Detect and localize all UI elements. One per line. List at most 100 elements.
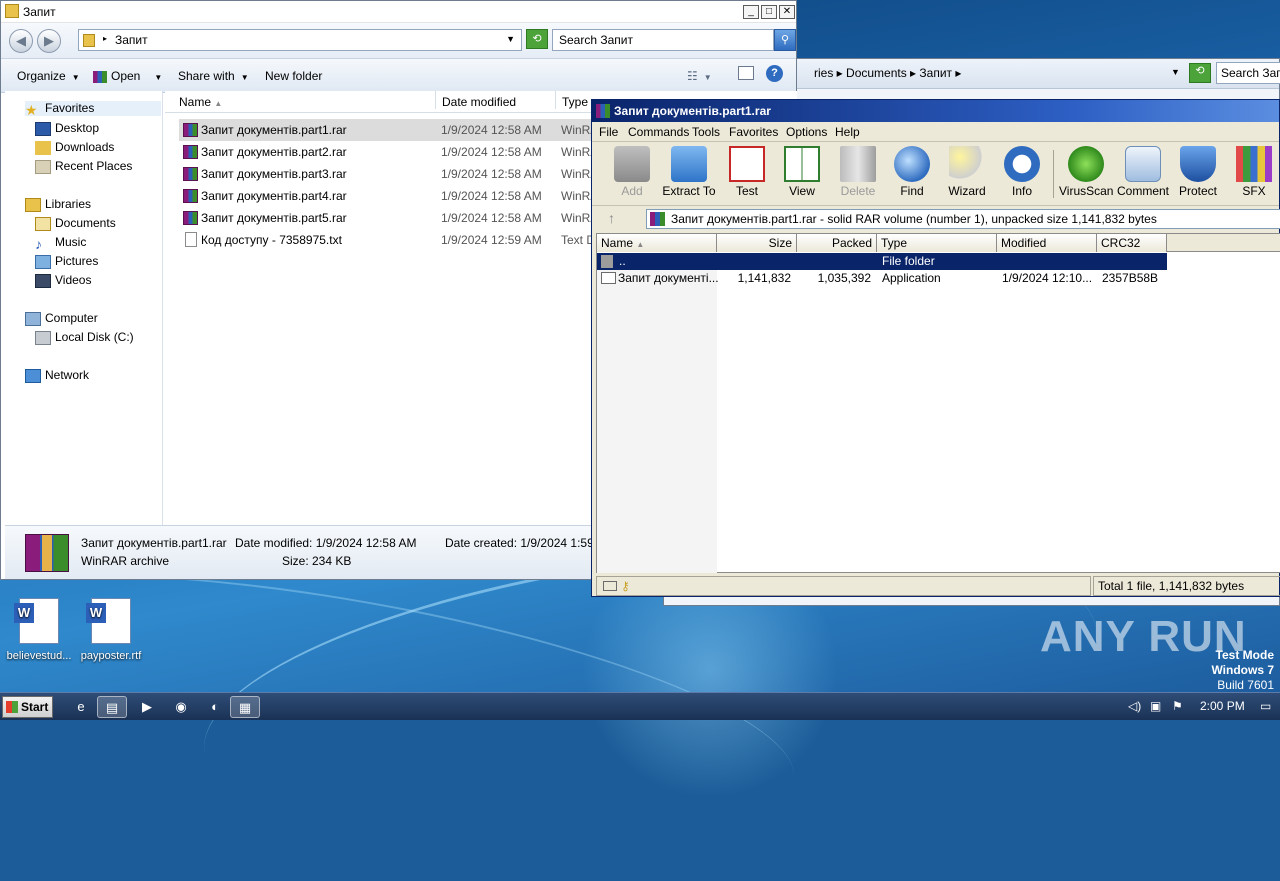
breadcrumb[interactable]: ries ▸ Documents ▸ Запит ▸ (814, 66, 961, 80)
close-button[interactable]: ✕ (779, 5, 795, 19)
menu-help[interactable]: Help (835, 125, 860, 139)
archive-row-parent[interactable]: .. File folder (597, 253, 1167, 270)
chevron-down-icon[interactable]: ▼ (1171, 67, 1180, 77)
minimize-button[interactable]: _ (743, 5, 759, 19)
start-button[interactable]: Start (2, 696, 53, 718)
tool-label: Protect (1178, 184, 1217, 198)
folder-icon (83, 34, 95, 47)
chevron-right-icon[interactable]: ▸ (103, 34, 107, 43)
add-button[interactable]: Add (605, 146, 659, 198)
chrome-icon[interactable]: ◉ (166, 696, 196, 718)
desktop-icon-payposter[interactable]: payposter.rtf (66, 598, 156, 662)
preview-pane-icon[interactable] (738, 66, 754, 80)
file-explorer-icon[interactable]: ▤ (97, 696, 127, 718)
path-field[interactable]: Запит документів.part1.rar - solid RAR v… (646, 209, 1280, 229)
find-icon (894, 146, 930, 182)
path-text: Запит документів.part1.rar - solid RAR v… (671, 212, 1157, 226)
new-folder-button[interactable]: New folder (265, 69, 322, 83)
column-size[interactable]: Size (717, 234, 797, 252)
forward-button[interactable]: ▶ (37, 29, 61, 53)
protect-icon (1180, 146, 1216, 182)
nav-desktop[interactable]: Desktop (35, 121, 99, 136)
back-button[interactable]: ◀ (9, 29, 33, 53)
title-bar[interactable]: Запит _ □ ✕ (1, 1, 796, 23)
archive-row[interactable]: Запит документі... 1,141,832 1,035,392 A… (597, 270, 1167, 287)
nav-videos[interactable]: Videos (35, 273, 91, 288)
view-button[interactable]: View (775, 146, 829, 198)
speaker-icon[interactable]: ◁) (1128, 699, 1141, 713)
nav-computer[interactable]: Computer (25, 311, 98, 326)
title-bar[interactable]: Запит документів.part1.rar (592, 100, 1279, 122)
nav-pictures[interactable]: Pictures (35, 254, 98, 269)
row-name: .. (619, 254, 626, 268)
menu-bar: File Commands Tools Favorites Options He… (592, 122, 1279, 142)
help-icon[interactable]: ? (766, 65, 783, 82)
comment-button[interactable]: Comment (1116, 146, 1170, 198)
find-button[interactable]: Find (885, 146, 939, 198)
menu-commands[interactable]: Commands (628, 125, 689, 139)
extract-to-button[interactable]: Extract To (662, 146, 716, 198)
organize-button[interactable]: Organize ▼ (17, 69, 80, 83)
sfx-button[interactable]: SFX (1227, 146, 1280, 198)
column-label: CRC32 (1101, 236, 1141, 250)
clock[interactable]: 2:00 PM (1200, 699, 1245, 713)
virusscan-button[interactable]: VirusScan (1059, 146, 1113, 198)
nav-music[interactable]: ♪ Music (35, 235, 86, 252)
file-name: Запит документів.part2.rar (201, 145, 347, 159)
maximize-button[interactable]: □ (761, 5, 777, 19)
column-type[interactable]: Type (877, 234, 997, 252)
chevron-down-icon[interactable]: ▼ (506, 34, 515, 44)
column-label: Type (881, 236, 908, 250)
network-tray-icon[interactable]: ▣ (1150, 699, 1161, 713)
word-document-icon (14, 598, 59, 644)
column-name[interactable]: Name ▲ (597, 234, 717, 252)
winrar-icon (650, 212, 665, 226)
pictures-icon (35, 254, 51, 269)
share-with-button[interactable]: Share with ▼ (178, 69, 249, 83)
address-input[interactable]: ▸ Запит ▼ (78, 29, 522, 51)
open-button[interactable]: Open ▼ (93, 69, 162, 83)
refresh-button[interactable]: ⟲ (1189, 63, 1211, 83)
column-crc32[interactable]: CRC32 (1097, 234, 1167, 252)
nav-documents[interactable]: Documents (35, 216, 116, 231)
show-desktop-icon[interactable]: ▭ (1260, 699, 1271, 713)
winrar-archive-icon (183, 123, 198, 137)
refresh-button[interactable]: ⟲ (526, 29, 548, 49)
menu-tools[interactable]: Tools (692, 125, 720, 139)
wizard-button[interactable]: Wizard (940, 146, 994, 198)
internet-explorer-icon[interactable]: e (66, 696, 96, 718)
media-player-icon[interactable]: ▶ (132, 696, 162, 718)
menu-options[interactable]: Options (786, 125, 827, 139)
nav-recent-places[interactable]: Recent Places (35, 159, 132, 174)
view-options-icon[interactable]: ☷ ▼ (687, 69, 712, 83)
nav-favorites[interactable]: ★ Favorites (25, 101, 161, 118)
nav-libraries[interactable]: Libraries (25, 197, 91, 212)
menu-file[interactable]: File (599, 125, 618, 139)
column-modified[interactable]: Modified (997, 234, 1097, 252)
extract-icon (671, 146, 707, 182)
desktop-icon (35, 121, 51, 136)
details-date-created: Date created: 1/9/2024 1:59 F (445, 536, 605, 550)
test-button[interactable]: Test (720, 146, 774, 198)
protect-button[interactable]: Protect (1171, 146, 1225, 198)
winrar-taskbar-icon[interactable]: ▦ (230, 696, 260, 718)
info-button[interactable]: Info (995, 146, 1049, 198)
search-icon[interactable]: ⚲ (774, 29, 796, 51)
archive-file-list: Name ▲ Size Packed Type Modified CRC32 .… (596, 233, 1280, 573)
search-input[interactable]: Search Запи (1216, 62, 1280, 84)
edge-icon[interactable]: ◐ (200, 696, 230, 718)
column-date-modified[interactable]: Date modified (435, 91, 555, 109)
column-name[interactable]: Name ▲ (173, 91, 435, 109)
winrar-window[interactable]: Запит документів.part1.rar File Commands… (591, 99, 1280, 597)
nav-network[interactable]: Network (25, 368, 89, 383)
column-packed[interactable]: Packed (797, 234, 877, 252)
status-left: ⚷ (596, 576, 1091, 596)
winrar-archive-icon (183, 167, 198, 181)
search-input[interactable]: Search Запит (552, 29, 774, 51)
menu-favorites[interactable]: Favorites (729, 125, 778, 139)
delete-button[interactable]: Delete (831, 146, 885, 198)
flag-icon[interactable]: ⚑ (1172, 699, 1183, 713)
nav-local-disk[interactable]: Local Disk (C:) (35, 330, 134, 345)
nav-downloads[interactable]: Downloads (35, 140, 114, 155)
up-arrow-icon[interactable]: ↑ (608, 210, 615, 226)
